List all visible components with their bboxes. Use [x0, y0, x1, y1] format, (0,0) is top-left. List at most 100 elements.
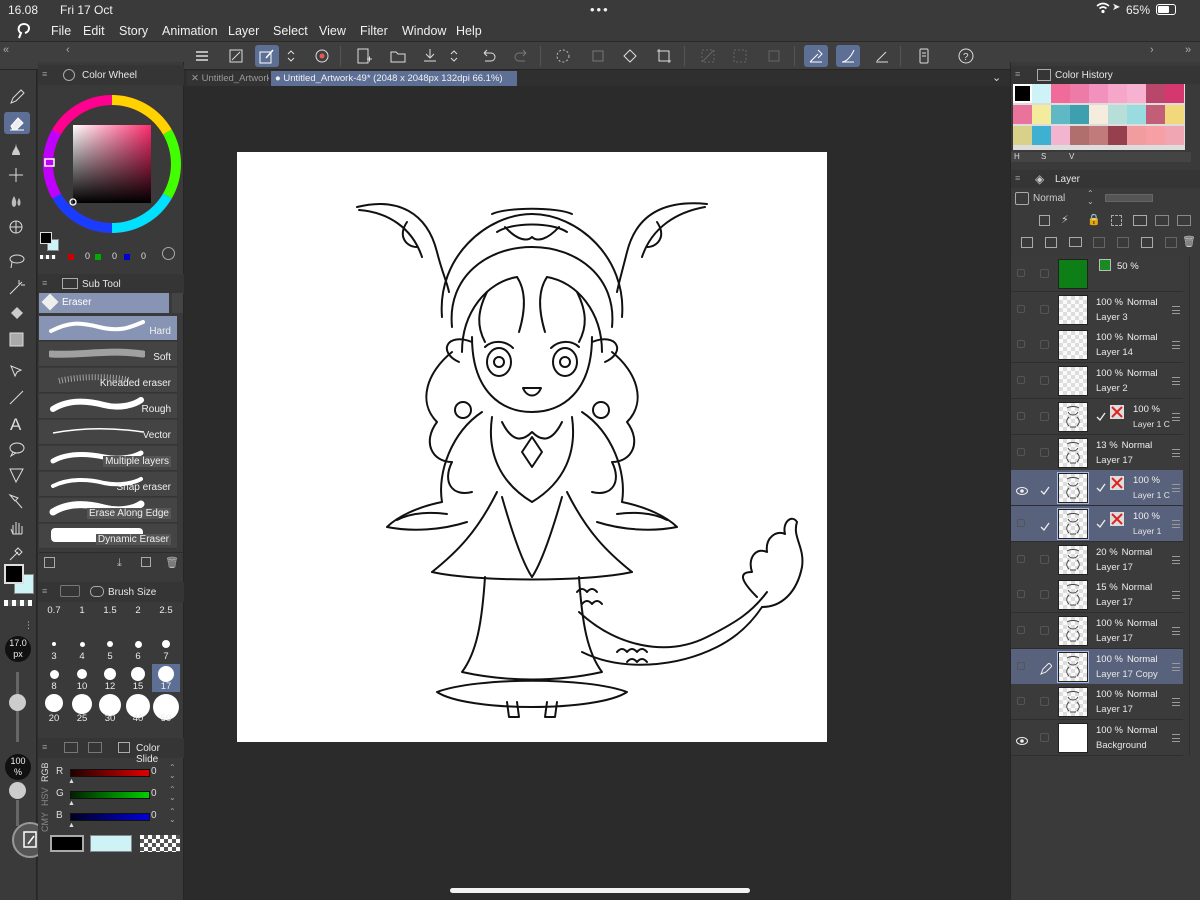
layer-row[interactable]: 13 % Normal Layer 17 — [1011, 434, 1183, 471]
layer-mask-icon[interactable] — [1110, 476, 1124, 491]
balloon-tool-icon[interactable] — [4, 438, 30, 460]
layer-drag-handle-icon[interactable] — [1172, 484, 1180, 493]
brush-size-option-30[interactable]: 30 — [96, 694, 124, 724]
layer-row[interactable]: 20 % Normal Layer 17 — [1011, 541, 1183, 578]
layer-drag-handle-icon[interactable] — [1172, 305, 1180, 314]
collapse-right-icon[interactable]: » — [1185, 44, 1191, 56]
eye-icon[interactable] — [1016, 483, 1028, 496]
hidden-toggle-icon[interactable] — [1017, 376, 1025, 385]
invert-selection-button[interactable] — [728, 45, 752, 67]
layer-mask-icon[interactable] — [1110, 404, 1124, 419]
multitasking-dots-icon[interactable]: ••• — [590, 2, 610, 17]
hidden-toggle-icon[interactable] — [1017, 697, 1025, 706]
slider-main-color[interactable] — [50, 835, 84, 852]
brush-size-option-12[interactable]: 12 — [96, 664, 124, 692]
sub-tool-group-eraser[interactable]: Eraser — [39, 293, 169, 313]
sub-tool-multiple-layers[interactable]: Multiple layers — [39, 446, 177, 471]
layer-row[interactable]: 100 % Normal Layer 17 — [1011, 684, 1183, 721]
color-settings-icon[interactable] — [162, 247, 175, 260]
hidden-toggle-icon[interactable] — [1017, 518, 1025, 527]
layer-drag-handle-icon[interactable] — [1172, 377, 1180, 386]
redo-button[interactable] — [510, 45, 534, 67]
lasso-tool-icon[interactable] — [4, 250, 30, 272]
duplicate-subtool-icon[interactable] — [141, 557, 151, 567]
layer-name[interactable]: Layer 2 — [1096, 383, 1182, 394]
tool-property-icon[interactable] — [44, 557, 55, 568]
select-toggle-icon[interactable] — [1040, 340, 1049, 350]
ruler-display-icon[interactable] — [1155, 215, 1169, 226]
decoration-tool-icon[interactable] — [4, 216, 30, 238]
menu-file[interactable]: File — [51, 24, 71, 38]
wheel-transparent-swatch[interactable] — [40, 255, 56, 259]
layer-row[interactable]: 100 % Normal Background — [1011, 720, 1183, 757]
color-history-swatch[interactable] — [1165, 105, 1184, 124]
layer-drag-handle-icon[interactable] — [1172, 627, 1180, 635]
select-toggle-icon[interactable] — [1040, 269, 1049, 278]
hidden-toggle-icon[interactable] — [1017, 590, 1025, 599]
brush-size-option-15[interactable]: 15 — [124, 664, 152, 692]
layer-name[interactable]: Layer 17 — [1096, 597, 1182, 608]
menu-story[interactable]: Story — [119, 24, 148, 38]
canvas-size-button[interactable] — [224, 45, 248, 67]
slider-red-stepper-icon[interactable]: ⌃ ⌄ — [169, 764, 176, 780]
layer-name[interactable]: Layer 17 — [1096, 704, 1182, 715]
color-history-swatch[interactable] — [1165, 84, 1184, 103]
chevron-right-icon[interactable]: › — [1150, 44, 1154, 56]
slider-green-stepper-icon[interactable]: ⌃ ⌄ — [169, 786, 176, 802]
layer-drag-handle-icon[interactable] — [1172, 555, 1180, 564]
sub-tool-kneaded-eraser[interactable]: Kneaded eraser — [39, 368, 177, 393]
menu-view[interactable]: View — [319, 24, 346, 38]
color-slider-tab-icon[interactable] — [118, 742, 130, 753]
layer-palette-icon[interactable] — [1177, 215, 1191, 226]
layer-row[interactable]: 100 % Layer 1 C — [1011, 398, 1183, 435]
hidden-toggle-icon[interactable] — [1017, 661, 1025, 670]
layer-name[interactable]: Layer 17 — [1096, 455, 1182, 466]
layer-name[interactable]: Layer 17 — [1096, 633, 1182, 644]
slider-red-bar[interactable] — [70, 769, 150, 777]
download-icon[interactable]: ⤓ — [117, 557, 122, 570]
new-folder-icon[interactable] — [1069, 237, 1082, 247]
sparkle-tool-icon[interactable] — [4, 164, 30, 186]
color-history-swatch[interactable] — [1089, 84, 1108, 103]
color-history-swatch[interactable] — [1032, 84, 1051, 103]
sub-tool-tab-icon[interactable] — [62, 278, 78, 289]
mask-enable-icon[interactable] — [1133, 215, 1147, 226]
slider-green[interactable]: G ▲ 0 ⌃ ⌄ — [54, 786, 182, 808]
color-set-tab-icon[interactable] — [64, 742, 78, 753]
layer-drag-handle-icon[interactable] — [1172, 591, 1180, 600]
trash-icon[interactable]: 🗑 — [165, 556, 179, 569]
pen-tool-icon[interactable] — [4, 86, 30, 108]
home-indicator[interactable] — [450, 888, 750, 893]
select-toggle-icon[interactable] — [1040, 376, 1049, 386]
opacity-slider[interactable] — [16, 800, 19, 826]
layer-name[interactable]: Background — [1096, 740, 1182, 751]
save-button[interactable] — [418, 45, 442, 67]
color-history-swatch[interactable] — [1070, 105, 1089, 124]
help-button[interactable]: ? — [954, 45, 978, 67]
color-history-swatch[interactable] — [1032, 126, 1051, 145]
color-history-tab-icon[interactable] — [1037, 69, 1051, 81]
tabs-dropdown-chevron-icon[interactable]: ⌄ — [992, 71, 1001, 84]
layer-drag-handle-icon[interactable] — [1172, 448, 1180, 457]
color-history-swatch[interactable] — [1051, 105, 1070, 124]
new-raster-layer-icon[interactable] — [1021, 237, 1033, 248]
chevron-left-icon[interactable]: ‹ — [66, 44, 70, 56]
brush-size-option-6[interactable]: 6 — [124, 634, 152, 662]
sub-tool-erase-along-edge[interactable]: Erase Along Edge — [39, 498, 177, 523]
loading-spinner-icon[interactable] — [551, 45, 575, 67]
lock-icon[interactable]: 🔒 — [1087, 213, 1101, 226]
slider-red[interactable]: R ▲ 0 ⌃ ⌄ — [54, 764, 182, 786]
special-ruler-snap-button[interactable] — [836, 45, 860, 67]
color-mode-cmy[interactable]: CMY — [40, 812, 50, 832]
select-toggle-icon[interactable] — [1040, 447, 1049, 457]
new-file-button[interactable] — [352, 45, 376, 67]
color-history-swatch[interactable] — [1089, 105, 1108, 124]
object-tool-icon[interactable] — [4, 360, 30, 382]
layer-mask-icon[interactable] — [1110, 511, 1124, 526]
layer-blend-mode[interactable]: Normal — [1033, 193, 1065, 204]
main-color-swatch[interactable] — [4, 564, 24, 584]
slider-blue[interactable]: B ▲ 0 ⌃ ⌄ — [54, 808, 182, 830]
color-wheel[interactable] — [42, 94, 182, 234]
fill-button[interactable] — [618, 45, 642, 67]
layer-row[interactable]: 50 % — [1011, 256, 1183, 292]
